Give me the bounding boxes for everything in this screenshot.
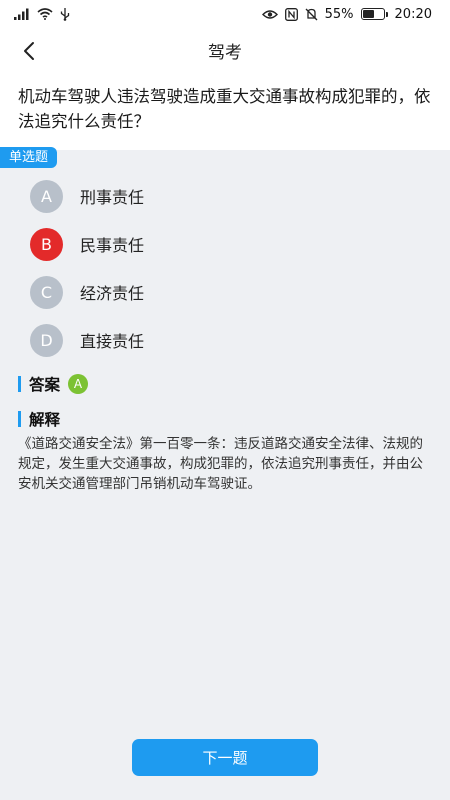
nfc-icon <box>284 7 298 21</box>
usb-icon <box>60 7 70 21</box>
option-letter: B <box>30 227 63 261</box>
section-bar <box>18 411 21 427</box>
status-left <box>14 7 70 21</box>
page-title: 驾考 <box>208 42 242 63</box>
explanation-text: 《道路交通安全法》第一百零一条：违反道路交通安全法律、法规的规定，发生重大交通事… <box>18 436 423 492</box>
explanation-label: 解释 <box>29 411 61 429</box>
next-question-button[interactable]: 下一题 <box>132 739 318 776</box>
option-text: 民事责任 <box>80 236 145 255</box>
status-right: 55% 20:20 <box>261 6 432 22</box>
option-text: 刑事责任 <box>80 188 145 207</box>
back-button[interactable] <box>14 36 44 66</box>
signal-icon <box>14 8 29 20</box>
mute-icon <box>305 8 318 20</box>
option-text: 直接责任 <box>80 332 145 351</box>
option-text: 经济责任 <box>80 284 145 303</box>
option-d[interactable]: D 直接责任 <box>30 316 420 364</box>
header-area: 55% 20:20 驾考 机动车驾驶人违法驾驶造成重大交通事故构成犯罪的，依法追… <box>0 0 450 150</box>
option-letter: D <box>30 323 63 357</box>
status-bar: 55% 20:20 <box>0 0 450 28</box>
eye-icon <box>261 9 278 19</box>
question-type-badge: 单选题 <box>0 147 58 168</box>
battery-icon <box>360 8 388 20</box>
chevron-left-icon <box>24 42 34 60</box>
answer-section: 答案 A <box>18 373 89 395</box>
options-list: A 刑事责任 B 民事责任 C 经济责任 D 直接责任 <box>30 172 420 364</box>
answer-label: 答案 <box>29 376 61 394</box>
answer-badge: A <box>68 374 89 394</box>
option-letter: A <box>30 179 63 213</box>
option-a[interactable]: A 刑事责任 <box>30 172 420 220</box>
option-b[interactable]: B 民事责任 <box>30 220 420 268</box>
status-time: 20:20 <box>394 6 432 22</box>
nav-bar: 驾考 <box>0 28 450 72</box>
option-c[interactable]: C 经济责任 <box>30 268 420 316</box>
question-text: 机动车驾驶人违法驾驶造成重大交通事故构成犯罪的，依法追究什么责任？ <box>18 87 431 131</box>
wifi-icon <box>37 8 53 20</box>
explanation-section: 解释 <box>18 408 60 430</box>
section-bar <box>18 376 21 392</box>
option-letter: C <box>30 275 63 309</box>
battery-percent: 55% <box>324 6 354 22</box>
